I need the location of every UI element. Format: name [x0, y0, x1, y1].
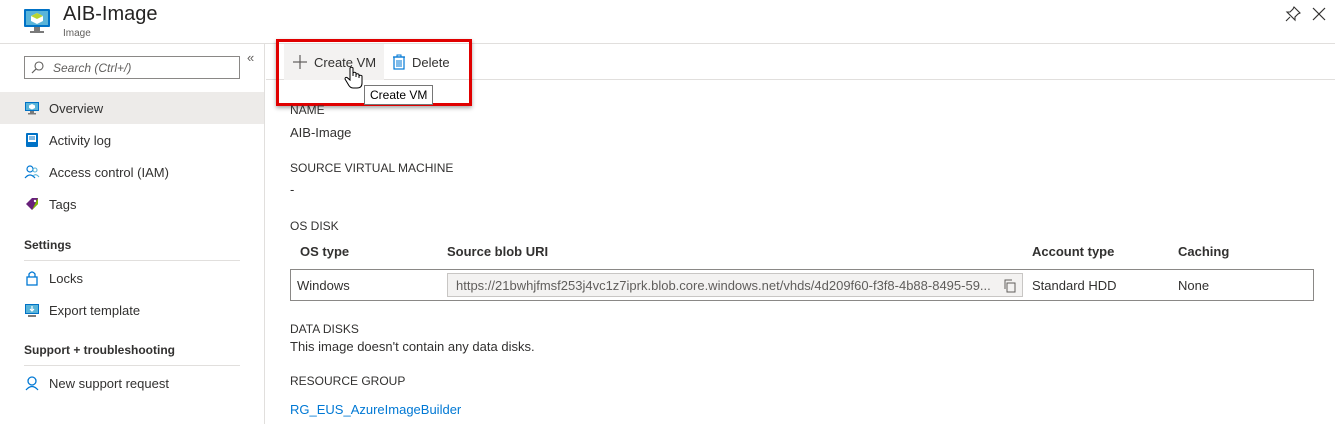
resource-group-link[interactable]: RG_EUS_AzureImageBuilder	[290, 402, 461, 417]
tag-icon	[24, 196, 40, 212]
collapse-menu-button[interactable]: «	[247, 50, 254, 65]
sidebar-item-activity-log[interactable]: Activity log	[0, 124, 264, 156]
sidebar-item-label: Access control (IAM)	[49, 164, 169, 180]
sidebar-item-label: New support request	[49, 375, 169, 391]
sidebar-item-label: Export template	[49, 302, 141, 318]
source-blob-uri-value: https://21bwhjfmsf253j4vc1z7iprk.blob.co…	[456, 277, 991, 293]
copy-icon[interactable]	[1003, 279, 1017, 293]
account-type-cell: Standard HDD	[1032, 278, 1117, 293]
blade-header: AIB-Image Image	[0, 0, 1335, 44]
source-blob-uri-field[interactable]: https://21bwhjfmsf253j4vc1z7iprk.blob.co…	[447, 273, 1023, 297]
settings-section-header: Settings	[24, 238, 72, 252]
search-box[interactable]	[24, 56, 240, 79]
os-disk-label: OS DISK	[290, 219, 339, 233]
overview-icon	[24, 100, 40, 116]
resource-group-label: RESOURCE GROUP	[290, 374, 406, 388]
pin-icon[interactable]	[1285, 6, 1301, 22]
column-header-caching: Caching	[1178, 244, 1230, 259]
hand-cursor-icon	[344, 66, 363, 89]
column-header-source-blob-uri: Source blob URI	[447, 244, 549, 259]
section-divider	[24, 260, 240, 261]
sidebar-item-label: Activity log	[49, 132, 112, 148]
source-vm-value: -	[290, 182, 295, 197]
column-header-os-type: OS type	[300, 244, 350, 259]
data-disks-label: DATA DISKS	[290, 322, 359, 336]
activity-log-icon	[24, 132, 40, 148]
page-subtitle: Image	[63, 28, 91, 39]
lock-icon	[24, 270, 40, 286]
access-control-icon	[24, 164, 40, 180]
resource-menu: « Overview Activity log Access control (…	[0, 44, 265, 424]
table-row: Windows https://21bwhjfmsf253j4vc1z7iprk…	[290, 269, 1314, 301]
sidebar-item-tags[interactable]: Tags	[0, 188, 264, 220]
sidebar-item-label: Tags	[49, 196, 77, 212]
export-template-icon	[24, 302, 40, 318]
image-resource-icon	[24, 9, 50, 33]
close-icon[interactable]	[1311, 6, 1327, 22]
sidebar-item-overview[interactable]: Overview	[0, 92, 264, 124]
search-icon	[31, 61, 44, 74]
data-disks-value: This image doesn't contain any data disk…	[290, 339, 535, 354]
name-value: AIB-Image	[290, 125, 352, 140]
support-icon	[24, 375, 40, 391]
sidebar-item-locks[interactable]: Locks	[0, 262, 264, 294]
page-title: AIB-Image	[63, 3, 158, 25]
support-section-header: Support + troubleshooting	[24, 343, 175, 357]
sidebar-item-label: Overview	[49, 100, 104, 116]
sidebar-item-access-control[interactable]: Access control (IAM)	[0, 156, 264, 188]
os-type-cell: Windows	[297, 278, 350, 293]
create-vm-tooltip: Create VM	[364, 85, 434, 105]
section-divider	[24, 365, 240, 366]
source-vm-label: SOURCE VIRTUAL MACHINE	[290, 161, 454, 175]
column-header-account-type: Account type	[1032, 244, 1115, 259]
sidebar-item-new-support-request[interactable]: New support request	[0, 367, 264, 399]
search-input[interactable]	[53, 60, 233, 75]
name-label: NAME	[290, 103, 325, 117]
sidebar-item-export-template[interactable]: Export template	[0, 294, 264, 326]
sidebar-item-label: Locks	[49, 270, 83, 286]
caching-cell: None	[1178, 278, 1210, 293]
